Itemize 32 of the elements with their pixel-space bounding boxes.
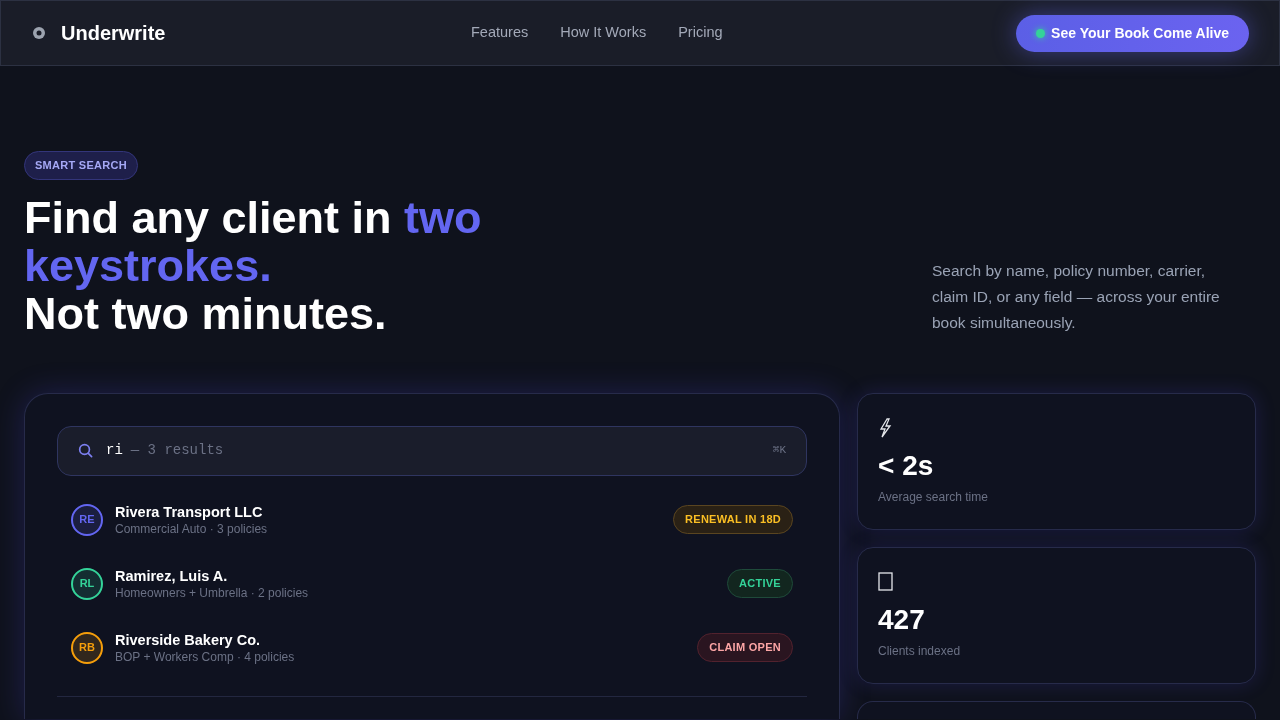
- section-badge: SMART SEARCH: [24, 151, 138, 180]
- result-count: — 3 results: [130, 441, 224, 460]
- brand-name[interactable]: Underwrite: [61, 18, 166, 48]
- query-text: ri: [106, 441, 123, 460]
- nav-link[interactable]: Pricing: [678, 22, 723, 44]
- cta-button[interactable]: See Your Book Come Alive: [1016, 14, 1249, 52]
- stat-value: 427: [878, 603, 926, 636]
- status-badge: RENEWAL IN 18D: [673, 505, 793, 534]
- stat-label: Average search time: [878, 488, 989, 506]
- lightning-icon: [878, 417, 892, 438]
- client-name: Riverside Bakery Co.: [115, 630, 262, 649]
- hero-description: Search by name, policy number, carrier, claim ID, or any field — across your entire book simultaneously.: [932, 261, 1221, 333]
- status-badge: ACTIVE: [727, 569, 793, 598]
- logo-icon: [31, 25, 47, 41]
- avatar: RL: [71, 567, 103, 600]
- shortcut-hint: ⌘K: [772, 443, 786, 459]
- client-detail: Commercial Auto · 3 policies: [115, 520, 268, 537]
- nav-link[interactable]: How It Works: [560, 22, 647, 44]
- client-detail: Homeowners + Umbrella · 2 policies: [115, 584, 309, 601]
- headline: Find any client in two keystrokes. Not two minutes.: [24, 193, 483, 338]
- client-name: Ramirez, Luis A.: [115, 566, 229, 585]
- box-icon: [878, 572, 893, 591]
- client-name: Rivera Transport LLC: [115, 502, 264, 521]
- nav-link[interactable]: Features: [471, 22, 529, 44]
- search-field[interactable]: ri — 3 results ⌘K: [57, 425, 807, 476]
- client-detail: BOP + Workers Comp · 4 policies: [115, 648, 295, 665]
- stat-value: < 2s: [878, 449, 935, 482]
- avatar: RB: [71, 631, 103, 664]
- status-badge: CLAIM OPEN: [697, 633, 793, 662]
- avatar: RE: [71, 503, 103, 536]
- stat-label: Clients indexed: [878, 642, 962, 660]
- search-icon: [78, 443, 93, 458]
